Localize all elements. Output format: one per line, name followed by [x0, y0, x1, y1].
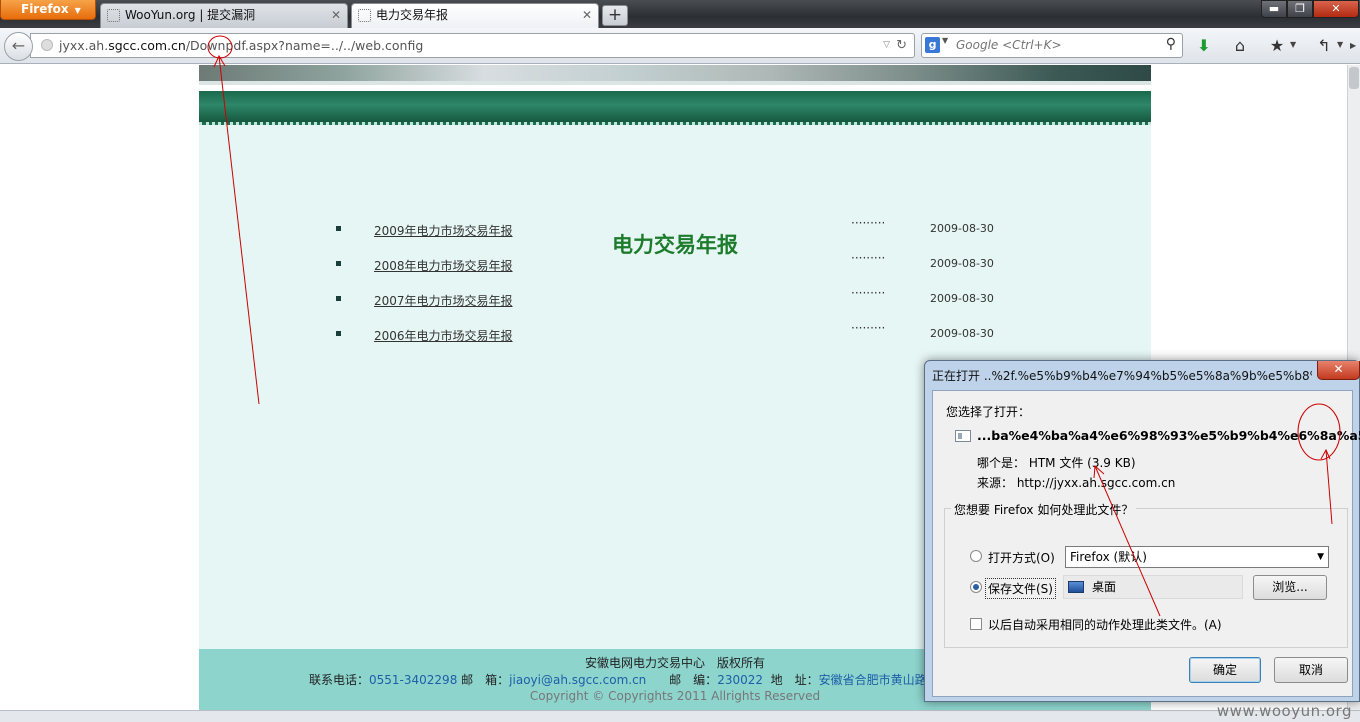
tab-wooyun[interactable]: WooYun.org | 提交漏洞 ✕ [100, 3, 348, 28]
auto-action-checkbox[interactable] [970, 618, 982, 630]
sync-icon[interactable]: ↰ [1313, 36, 1335, 56]
chevron-down-icon[interactable]: ▼ [1290, 40, 1296, 49]
report-row: 2007年电力市场交易年报 ········· 2009-08-30 [199, 286, 1151, 312]
report-date: 2009-08-30 [930, 257, 994, 270]
overflow-chevron-icon[interactable]: ▶ [1350, 41, 1356, 50]
file-type: 哪个是： HTM 文件 (3.9 KB) [977, 456, 1136, 470]
report-row: 2009年电力市场交易年报 ········· 2009-08-30 [199, 216, 1151, 242]
dialog-close-button[interactable]: ✕ [1317, 361, 1360, 380]
address-label: 地 址： [770, 673, 819, 687]
dialog-title: 正在打开 ..%2f.%e5%b9%b4%e7%94%b5%e5%8a%9b%e… [932, 369, 1312, 383]
url-bar[interactable]: jyxx.ah.sgcc.com.cn/Downpdf.aspx?name=..… [30, 33, 915, 58]
dotted-leader: ········· [851, 286, 886, 300]
bullet-icon [336, 296, 341, 301]
watermark: www.wooyun.org [1216, 702, 1352, 720]
home-icon[interactable]: ⌂ [1229, 36, 1251, 56]
page-icon [358, 9, 371, 22]
report-link[interactable]: 2007年电力市场交易年报 [374, 292, 513, 309]
phone-value: 0551-3402298 [369, 673, 458, 687]
tab-annual-report[interactable]: 电力交易年报 ✕ [351, 3, 599, 28]
report-link[interactable]: 2006年电力市场交易年报 [374, 327, 513, 344]
dotted-leader: ········· [851, 321, 886, 335]
browse-button[interactable]: 浏览... [1253, 575, 1327, 600]
open-with-value: Firefox (默认) [1070, 550, 1147, 564]
close-tab-icon[interactable]: ✕ [582, 4, 592, 26]
dialog-body: 您选择了打开： ...ba%e4%ba%a4%e6%98%93%e5%b9%b4… [932, 390, 1360, 697]
url-domain: sgcc.com.cn [108, 38, 186, 53]
chevron-down-icon[interactable]: ▼ [942, 36, 948, 45]
ok-button[interactable]: 确定 [1189, 657, 1261, 683]
open-with-label[interactable]: 打开方式(O) [988, 549, 1055, 566]
action-question: 您想要 Firefox 如何处理此文件？ [951, 501, 1137, 518]
window-close-button[interactable]: ✕ [1313, 0, 1359, 18]
google-engine-icon[interactable]: g [925, 37, 940, 53]
tab-label: 电力交易年报 [376, 8, 449, 22]
open-with-select[interactable]: Firefox (默认) ▼ [1065, 546, 1329, 568]
bullet-icon [336, 226, 341, 231]
maximize-button[interactable]: ❐ [1287, 0, 1313, 18]
file-name: ...ba%e4%ba%a4%e6%98%93%e5%b9%b4%e6%8a%a… [977, 428, 1360, 443]
file-source: 来源： http://jyxx.ah.sgcc.com.cn [977, 476, 1176, 490]
email-value[interactable]: jiaoyi@ah.sgcc.com.cn [509, 673, 646, 687]
open-with-radio[interactable] [970, 550, 982, 562]
back-arrow-icon: ← [11, 36, 26, 55]
bullet-icon [336, 331, 341, 336]
url-pre-host: jyxx.ah. [59, 38, 109, 53]
firefox-menu-label: Firefox [21, 2, 69, 16]
save-file-radio[interactable] [970, 581, 982, 593]
email-label: 邮 箱： [461, 673, 510, 687]
scrollbar-thumb[interactable] [1349, 67, 1359, 89]
title-bar: Firefox ▼ WooYun.org | 提交漏洞 ✕ 电力交易年报 ✕ + … [0, 0, 1360, 28]
address-value: 安徽省合肥市黄山路 [818, 673, 927, 687]
site-banner-image [199, 65, 1151, 85]
chevron-down-icon: ▼ [74, 6, 81, 15]
cancel-button[interactable]: 取消 [1274, 657, 1348, 683]
footer-contact: 联系电话：0551-3402298 邮 箱：jiaoyi@ah.sgcc.com… [309, 671, 927, 688]
status-bar [0, 710, 1360, 722]
save-folder-field: 桌面 [1063, 575, 1243, 599]
site-identity-icon[interactable] [41, 39, 53, 51]
report-date: 2009-08-30 [930, 292, 994, 305]
search-input[interactable] [956, 34, 1156, 57]
file-icon [955, 430, 971, 442]
phone-label: 联系电话： [309, 673, 370, 687]
history-dropdown-icon[interactable]: ▽ [883, 34, 890, 57]
report-link[interactable]: 2009年电力市场交易年报 [374, 222, 513, 239]
page-icon [107, 9, 120, 22]
report-date: 2009-08-30 [930, 222, 994, 235]
bookmarks-icon[interactable]: ★ [1266, 36, 1288, 56]
new-tab-button[interactable]: + [602, 5, 628, 26]
reload-icon[interactable]: ↻ [896, 34, 907, 57]
bullet-icon [336, 261, 341, 266]
dotted-leader: ········· [851, 216, 886, 230]
report-row: 2008年电力市场交易年报 ········· 2009-08-30 [199, 251, 1151, 277]
minimize-button[interactable]: ▬ [1261, 0, 1287, 18]
save-folder-name: 桌面 [1092, 580, 1117, 594]
back-button[interactable]: ← [4, 32, 33, 61]
green-nav-band [199, 91, 1151, 125]
zip-value: 230022 [717, 673, 763, 687]
zip-label: 邮 编： [669, 673, 718, 687]
download-dialog: 正在打开 ..%2f.%e5%b9%b4%e7%94%b5%e5%8a%9b%e… [924, 360, 1360, 702]
auto-action-label[interactable]: 以后自动采用相同的动作处理此类文件。(A) [988, 616, 1222, 633]
search-icon[interactable]: ⚲ [1166, 36, 1176, 52]
chosen-label: 您选择了打开： [946, 405, 1031, 419]
firefox-menu-button[interactable]: Firefox ▼ [0, 0, 96, 20]
url-path: /Downpdf.aspx?name=../../web.config [185, 38, 424, 53]
action-group: 您想要 Firefox 如何处理此文件？ 打开方式(O) Firefox (默认… [944, 501, 1348, 648]
search-bar[interactable]: g ▼ ⚲ [921, 33, 1183, 58]
desktop-icon [1068, 581, 1084, 593]
save-file-label[interactable]: 保存文件(S) [985, 578, 1056, 599]
chevron-down-icon[interactable]: ▼ [1337, 40, 1343, 49]
dotted-leader: ········· [851, 251, 886, 265]
chevron-down-icon: ▼ [1317, 552, 1324, 562]
report-link[interactable]: 2008年电力市场交易年报 [374, 257, 513, 274]
navigation-toolbar: jyxx.ah.sgcc.com.cn/Downpdf.aspx?name=..… [0, 28, 1360, 64]
tab-label: WooYun.org | 提交漏洞 [125, 8, 256, 22]
download-icon[interactable]: ⬇ [1193, 36, 1215, 56]
report-date: 2009-08-30 [930, 327, 994, 340]
report-row: 2006年电力市场交易年报 ········· 2009-08-30 [199, 321, 1151, 347]
close-tab-icon[interactable]: ✕ [331, 4, 341, 26]
